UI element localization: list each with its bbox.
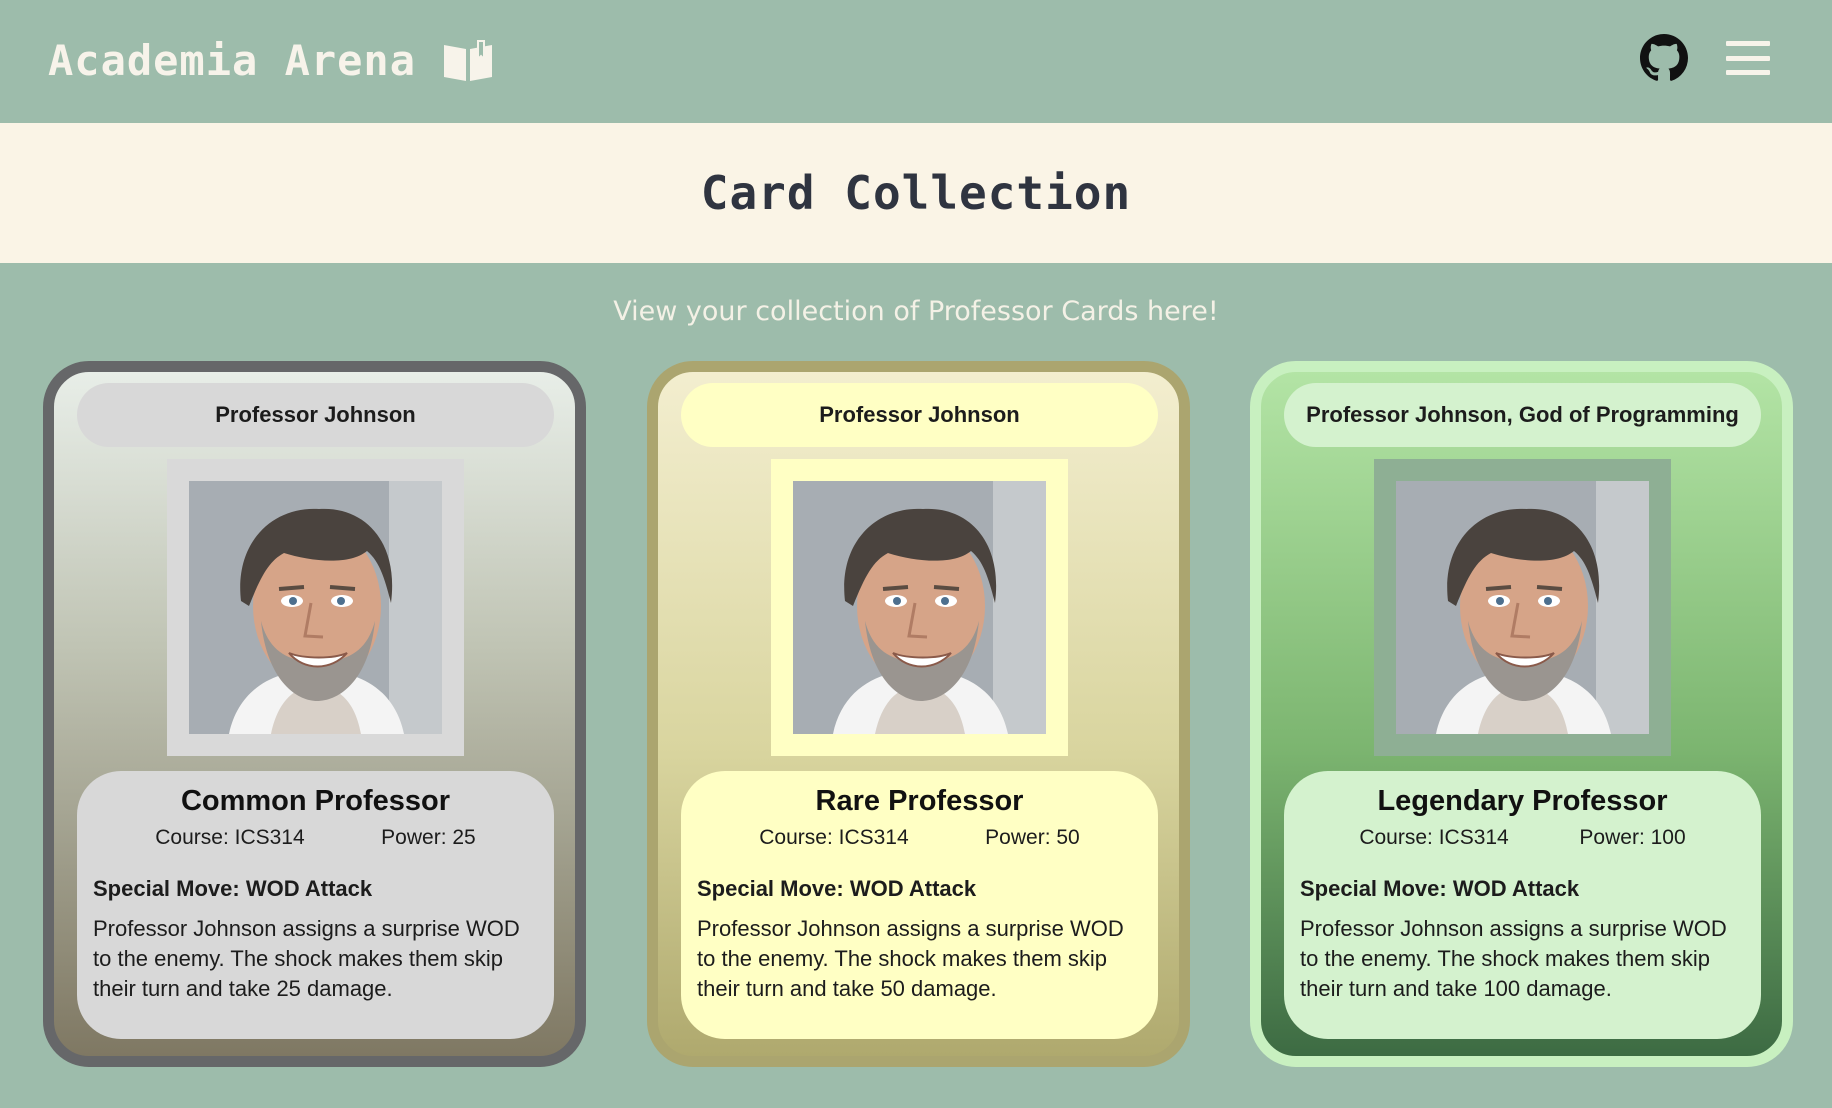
professor-card-rare[interactable]: Professor Johnson Rare Professor Course:…: [647, 361, 1190, 1067]
card-power: Power: 100: [1579, 826, 1686, 849]
book-icon: [444, 39, 493, 81]
card-rarity: Common Professor: [180, 785, 451, 817]
professor-card-common[interactable]: Professor Johnson Common Professor Cours…: [43, 361, 586, 1067]
menu-icon[interactable]: [1726, 38, 1770, 78]
github-icon[interactable]: [1640, 34, 1688, 82]
photo-frame: [1374, 459, 1671, 756]
card-course: Course: ICS314: [155, 826, 305, 849]
card-name: Professor Johnson: [77, 383, 554, 447]
page-title: Card Collection: [700, 166, 1132, 220]
card-power: Power: 25: [381, 826, 476, 849]
professor-card-legendary[interactable]: Professor Johnson, God of Programming Le…: [1250, 361, 1793, 1067]
card-special-move: Special Move: WOD Attack: [93, 876, 373, 901]
page-subtitle: View your collection of Professor Cards …: [613, 296, 1219, 327]
professor-photo: [189, 481, 442, 734]
navbar: Academia Arena: [0, 0, 1832, 123]
card-rarity: Rare Professor: [815, 785, 1024, 817]
photo-frame: [167, 459, 464, 756]
professor-photo: [1396, 481, 1649, 734]
card-name: Professor Johnson: [681, 383, 1158, 447]
card-info: Rare Professor Course: ICS314 Power: 50 …: [681, 771, 1158, 1039]
card-special-move: Special Move: WOD Attack: [1300, 876, 1580, 901]
card-info: Common Professor Course: ICS314 Power: 2…: [77, 771, 554, 1039]
professor-photo: [793, 481, 1046, 734]
card-info: Legendary Professor Course: ICS314 Power…: [1284, 771, 1761, 1039]
card-rarity: Legendary Professor: [1377, 785, 1668, 817]
page-banner: Card Collection: [0, 123, 1832, 263]
brand[interactable]: Academia Arena: [48, 36, 494, 85]
brand-title[interactable]: Academia Arena: [48, 36, 416, 85]
photo-frame: [771, 459, 1068, 756]
card-description: Professor Johnson assigns a surprise WOD…: [1300, 916, 1727, 1001]
card-power: Power: 50: [985, 826, 1080, 849]
card-description: Professor Johnson assigns a surprise WOD…: [93, 916, 520, 1001]
card-course: Course: ICS314: [759, 826, 909, 849]
card-name: Professor Johnson, God of Programming: [1284, 383, 1761, 447]
card-course: Course: ICS314: [1359, 826, 1509, 849]
card-special-move: Special Move: WOD Attack: [697, 876, 977, 901]
card-description: Professor Johnson assigns a surprise WOD…: [697, 916, 1124, 1001]
